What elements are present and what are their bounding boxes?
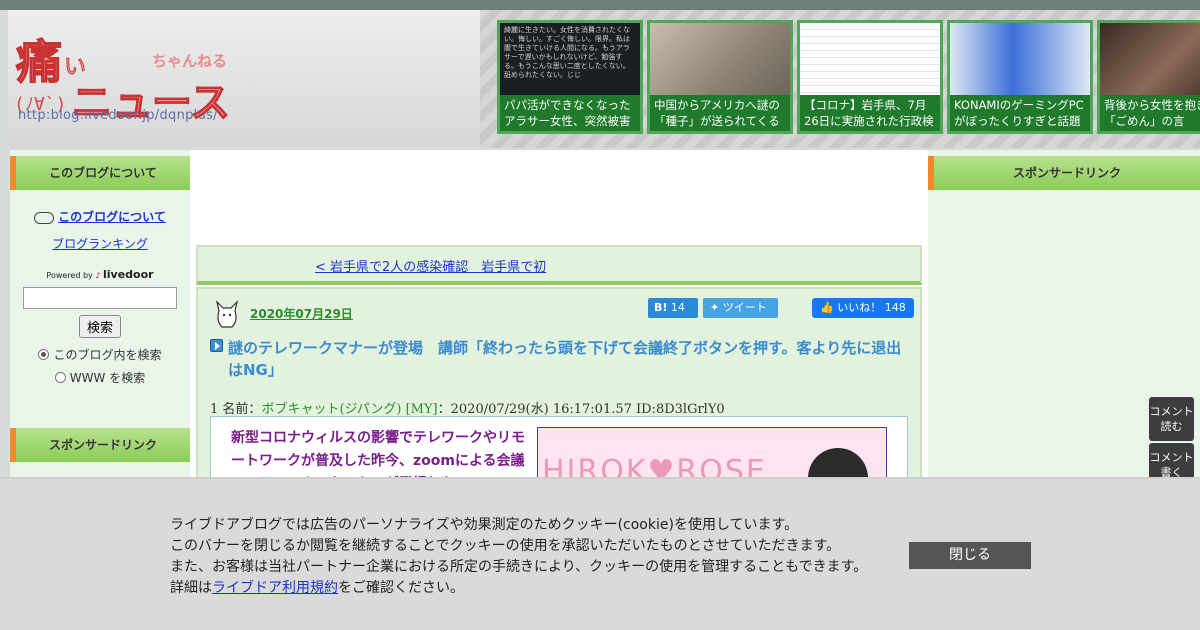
thumbnail-image [1100, 23, 1200, 99]
radio-www-search[interactable]: WWW を検索 [10, 369, 190, 386]
about-heading: このブログについて [10, 156, 190, 190]
cookie-text: ライブドアブログでは広告のパーソナライズや効果測定のためクッキー(cookie)… [170, 517, 868, 596]
about-link[interactable]: このブログについて [58, 208, 166, 225]
livedoor-icon: ♪ [95, 271, 101, 280]
left-sponsor-heading: スポンサードリンク [10, 428, 190, 462]
face-icon [34, 211, 55, 224]
post-name: ボブキャット(ジパング) [MY] [261, 402, 438, 417]
thumbnail-5[interactable]: 背後から女性を抱きス 「ごめん」の言 [1097, 20, 1200, 134]
facebook-like-button[interactable]: 👍 いいね！ 148 [812, 298, 914, 318]
about-block: このブログについて ブログランキング Powered by ♪ livedoor… [10, 190, 190, 386]
thumbnail-1[interactable]: 綺麗に生きたい。女性を消費されたくない。悔しい。すごく悔しい。限界。私は腹で生き… [497, 20, 643, 134]
thumbnail-2[interactable]: 中国からアメリカへ謎の「種子」が送られてくる事 [647, 20, 793, 134]
thumbnail-caption: 中国からアメリカへ謎の「種子」が送られてくる事 [650, 95, 790, 131]
logo-channel: ちゃんねる [152, 52, 227, 70]
logo-url: http:blog.livedoor.jp/dqnplus/ [18, 108, 218, 123]
ad-space [198, 154, 920, 244]
post-header: 1 名前：ボブキャット(ジパング) [MY]：2020/07/29(水) 16:… [210, 402, 725, 417]
powered-by: Powered by ♪ livedoor [46, 268, 154, 281]
related-thumbnails: 綺麗に生きたい。女性を消費されたくない。悔しい。すごく悔しい。限界。私は腹で生き… [497, 20, 1200, 134]
prev-article-link[interactable]: < 岩手県で2人の感染確認 岩手県で初 [315, 256, 546, 275]
play-bullet-icon [210, 339, 223, 352]
thumbnail-image: 綺麗に生きたい。女性を消費されたくない。悔しい。すごく悔しい。限界。私は腹で生き… [500, 23, 640, 99]
radio-blog-search[interactable]: このブログ内を検索 [10, 346, 190, 363]
author-icon [215, 300, 239, 328]
blog-header: 痛 い ニュース ちゃんねる (ﾉ∀`) http:blog.livedoor.… [8, 10, 1200, 148]
cookie-banner: ライブドアブログでは広告のパーソナライズや効果測定のためクッキー(cookie)… [0, 477, 1200, 630]
thumbnail-image [800, 23, 940, 99]
twitter-bird-icon: ✦ [710, 301, 720, 314]
search-button[interactable]: 検索 [79, 315, 121, 338]
thumbnail-3[interactable]: 【コロナ】岩手県、7月26日に実施された行政検査と [797, 20, 943, 134]
article-nav: < 岩手県で2人の感染確認 岩手県で初 [196, 245, 922, 285]
thumbs-up-icon: 👍 [820, 301, 834, 314]
tweet-button[interactable]: ✦ ツイート [703, 298, 778, 318]
thumbnail-caption: パパ活ができなくなったアラサー女性、突然被害者ゾ [500, 95, 640, 131]
terms-link[interactable]: ライブドア利用規約 [212, 580, 338, 596]
ranking-link[interactable]: ブログランキング [52, 237, 148, 251]
thumbnail-image [950, 23, 1090, 99]
thumbnail-4[interactable]: KONAMIのゲーミングPCがぼったくりすぎと話題 [947, 20, 1093, 134]
thumbnail-caption: 背後から女性を抱きス 「ごめん」の言 [1100, 95, 1200, 131]
hatena-bookmark-button[interactable]: B! 14 [648, 298, 698, 318]
logo-i: い [64, 55, 86, 80]
cookie-close-button[interactable]: 閉じる [909, 542, 1031, 569]
thumbnail-caption: 【コロナ】岩手県、7月26日に実施された行政検査と [800, 95, 940, 131]
article-title[interactable]: 謎のテレワークマナーが登場 講師「終わったら頭を下げて会議終了ボタンを押す。客よ… [228, 337, 908, 381]
comment-read-button[interactable]: コメント 読む [1149, 397, 1194, 441]
logo-kanji: 痛 [16, 35, 62, 89]
thumbnail-image [650, 23, 790, 99]
radio-empty-icon [54, 372, 66, 383]
thumbnail-caption: KONAMIのゲーミングPCがぼったくりすぎと話題 [950, 95, 1090, 131]
search-input[interactable] [23, 287, 177, 309]
top-stripe [0, 0, 1200, 10]
radio-selected-icon [38, 349, 50, 360]
article-date[interactable]: 2020年07月29日 [250, 305, 353, 322]
right-sponsor-heading: スポンサードリンク [928, 156, 1200, 190]
